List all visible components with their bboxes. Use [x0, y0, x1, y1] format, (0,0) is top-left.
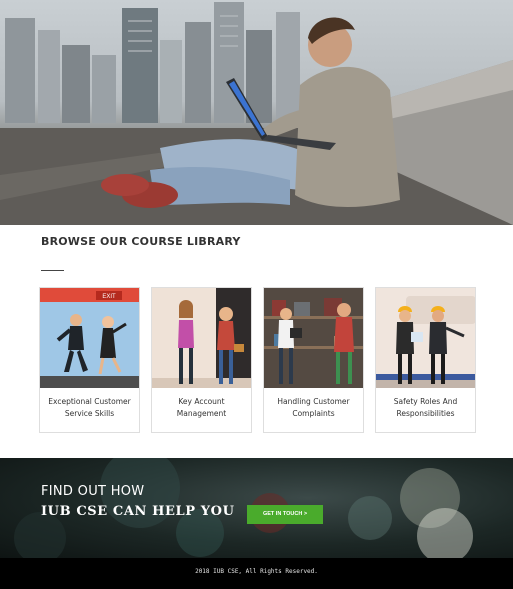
get-in-touch-button[interactable]: GET IN TOUCH > — [247, 505, 323, 524]
course-card-customer-service[interactable]: EXIT Exceptional Customer Service Skills — [39, 287, 140, 433]
course-title: Key Account Management — [176, 397, 227, 418]
course-thumbnail-safety — [376, 288, 475, 388]
course-title: Handling Customer Complaints — [277, 397, 350, 418]
title-divider — [41, 270, 64, 271]
section-title: BROWSE OUR COURSE LIBRARY — [41, 235, 241, 248]
course-thumbnail-key-account — [152, 288, 251, 388]
footer-copyright: 2018 IUB CSE, All Rights Reserved. — [195, 568, 318, 575]
exit-sign-text: EXIT — [102, 294, 116, 300]
cta-banner: FIND OUT HOW IUB CSE CAN HELP YOU GET IN… — [0, 458, 513, 558]
hero-banner-image — [0, 0, 513, 225]
footer: 2018 IUB CSE, All Rights Reserved. — [0, 558, 513, 589]
course-card-safety[interactable]: Safety Roles And Responsibilities — [375, 287, 476, 433]
course-card-grid: EXIT Exceptional Customer Service Skills — [39, 287, 476, 433]
cta-heading-line2: IUB CSE CAN HELP YOU — [41, 504, 235, 519]
course-thumbnail-complaints — [264, 288, 363, 388]
course-thumbnail-customer-service: EXIT — [40, 288, 139, 388]
course-card-complaints[interactable]: Handling Customer Complaints — [263, 287, 364, 433]
course-card-key-account[interactable]: Key Account Management — [151, 287, 252, 433]
course-title: Safety Roles And Responsibilities — [393, 397, 458, 418]
course-title: Exceptional Customer Service Skills — [48, 397, 131, 418]
cta-heading-line1: FIND OUT HOW — [41, 484, 145, 499]
hero-illustration — [0, 2, 513, 225]
